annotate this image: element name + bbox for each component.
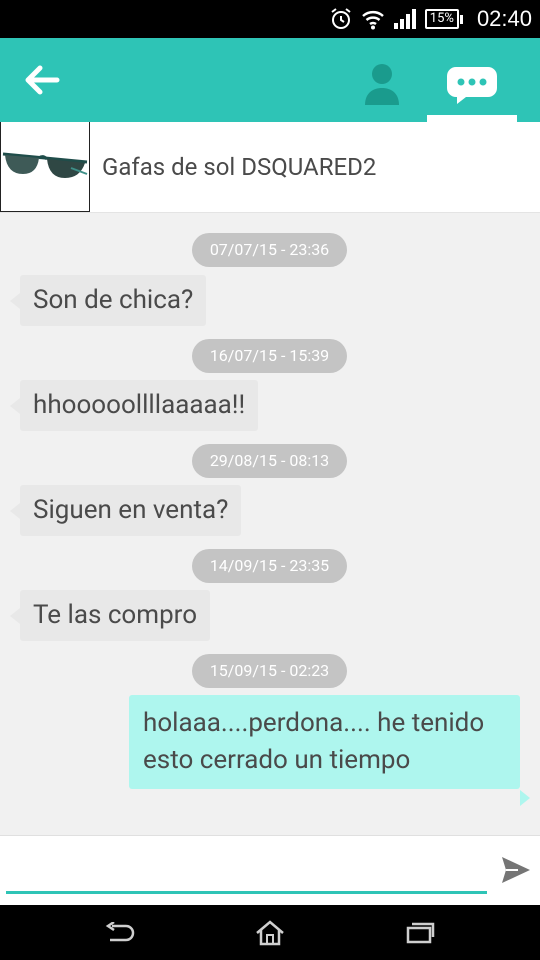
arrow-left-icon [25, 65, 60, 95]
message-timestamp: 07/07/15 - 23:36 [192, 233, 347, 267]
send-button[interactable] [496, 850, 536, 890]
tab-chat[interactable] [427, 48, 517, 122]
message-input[interactable] [6, 848, 487, 894]
home-icon [256, 920, 284, 946]
tab-profile[interactable] [340, 48, 424, 122]
incoming-message[interactable]: Siguen en venta? [9, 485, 242, 536]
incoming-message[interactable]: Son de chica? [9, 275, 207, 326]
signal-icon [393, 8, 417, 30]
outgoing-message[interactable]: holaaa....perdona.... he tenido esto cer… [129, 695, 530, 806]
nav-recents-button[interactable] [390, 915, 450, 951]
battery-level: 15% [424, 9, 459, 29]
message-timestamp: 16/07/15 - 15:39 [192, 339, 347, 373]
back-nav-icon [105, 922, 135, 942]
chat-area[interactable]: 07/07/15 - 23:36 Son de chica? 16/07/15 … [0, 213, 540, 835]
product-header[interactable]: Gafas de sol DSQUARED2 [0, 122, 540, 213]
sunglasses-image [2, 152, 88, 178]
incoming-message[interactable]: Te las compro [9, 590, 211, 641]
person-icon [365, 64, 399, 105]
message-timestamp: 14/09/15 - 23:35 [192, 549, 347, 583]
status-icons: 15% 02:40 [329, 0, 532, 38]
screen: 15% 02:40 Gafas de sol DSQUARED2 07/07/1… [0, 0, 540, 960]
recents-icon [406, 922, 435, 944]
send-icon [502, 857, 530, 883]
product-title: Gafas de sol DSQUARED2 [102, 153, 377, 181]
wifi-icon [361, 8, 385, 30]
message-timestamp: 29/08/15 - 08:13 [192, 444, 347, 478]
chat-bubble-icon [447, 67, 497, 104]
active-tab-indicator [427, 115, 517, 122]
back-button[interactable] [18, 56, 66, 104]
product-thumbnail [0, 122, 90, 212]
navigation-bar [0, 905, 540, 960]
input-bar [0, 835, 540, 905]
message-timestamp: 15/09/15 - 02:23 [192, 654, 347, 688]
status-bar: 15% 02:40 [0, 0, 540, 38]
alarm-icon [329, 7, 353, 31]
battery-icon: 15% [424, 9, 463, 29]
nav-back-button[interactable] [90, 915, 150, 951]
nav-home-button[interactable] [240, 915, 300, 951]
incoming-message[interactable]: hhooooollllaaaaa!! [9, 380, 259, 431]
status-time: 02:40 [476, 6, 532, 31]
action-bar [0, 38, 540, 122]
